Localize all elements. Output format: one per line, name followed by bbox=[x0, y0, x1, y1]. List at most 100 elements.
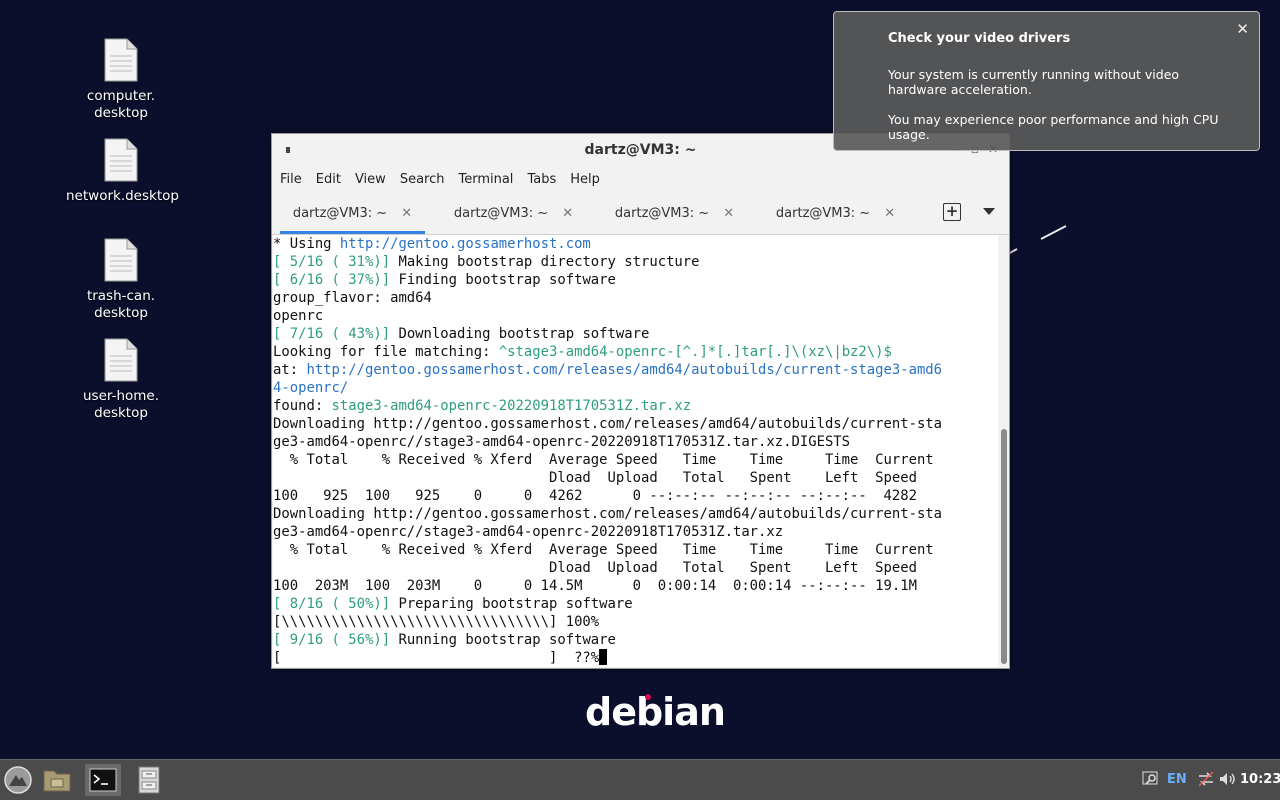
tab-label: dartz@VM3: ~ bbox=[775, 205, 871, 221]
menu-search[interactable]: Search bbox=[400, 172, 445, 187]
terminal-line: group_flavor: amd64 bbox=[273, 289, 998, 307]
terminal-text: Dload Upload Total Spent Left Speed bbox=[273, 470, 917, 486]
terminal-output[interactable]: * Using http://gentoo.gossamerhost.com[ … bbox=[273, 235, 998, 667]
terminal-text: * Using bbox=[273, 236, 340, 252]
terminal-text: [ 7/16 ( 43%)] bbox=[273, 326, 391, 342]
terminal-text: http://gentoo.gossamerhost.com/releases/… bbox=[306, 362, 943, 378]
terminal-line: [ 6/16 ( 37%)] Finding bootstrap softwar… bbox=[273, 271, 998, 289]
menu-edit[interactable]: Edit bbox=[316, 172, 341, 187]
menu-tabs[interactable]: Tabs bbox=[527, 172, 556, 187]
search-tray-icon[interactable] bbox=[1142, 770, 1160, 792]
desktop-icon-label: computer. desktop bbox=[86, 88, 156, 121]
terminal-text: Downloading http://gentoo.gossamerhost.c… bbox=[273, 416, 943, 432]
terminal-line: Dload Upload Total Spent Left Speed bbox=[273, 559, 998, 577]
terminal-text: ^stage3-amd64-openrc-[^.]*[.]tar[.]\(xz\… bbox=[498, 344, 892, 360]
desktop-icon-trash-can[interactable]: trash-can. desktop bbox=[66, 238, 176, 322]
menu-view[interactable]: View bbox=[355, 172, 386, 187]
document-icon bbox=[103, 138, 139, 182]
terminal-text: stage3-amd64-openrc-20220918T170531Z.tar… bbox=[331, 398, 692, 414]
notification-body: Your system is currently running without… bbox=[888, 67, 1238, 157]
volume-icon[interactable] bbox=[1218, 770, 1236, 792]
tab-1[interactable]: dartz@VM3: ~ ✕ bbox=[272, 192, 433, 234]
terminal-line: ge3-amd64-openrc//stage3-amd64-openrc-20… bbox=[273, 523, 998, 541]
document-icon bbox=[103, 238, 139, 282]
terminal-line: Downloading http://gentoo.gossamerhost.c… bbox=[273, 505, 998, 523]
terminal-text: Preparing bootstrap software bbox=[390, 596, 633, 612]
wallpaper-decoration bbox=[1007, 225, 1067, 255]
folder-icon bbox=[43, 770, 71, 792]
terminal-line: at: http://gentoo.gossamerhost.com/relea… bbox=[273, 361, 998, 379]
terminal-window[interactable]: dartz@VM3: ~ – ▫ ✕ File Edit View Search… bbox=[271, 133, 1010, 669]
tab-3[interactable]: dartz@VM3: ~ ✕ bbox=[594, 192, 755, 234]
desktop-icon-label: trash-can. desktop bbox=[86, 288, 156, 321]
desktop-icon-user-home[interactable]: user-home. desktop bbox=[66, 338, 176, 422]
terminal-line: * Using http://gentoo.gossamerhost.com bbox=[273, 235, 998, 253]
tabs-dropdown-icon[interactable] bbox=[983, 208, 995, 215]
terminal-text: Downloading bootstrap software bbox=[390, 326, 650, 342]
network-icon[interactable] bbox=[1196, 770, 1216, 792]
menu-file[interactable]: File bbox=[280, 172, 302, 187]
terminal-text: [\\\\\\\\\\\\\\\\\\\\\\\\\\\\\\\\] 100% bbox=[273, 614, 600, 630]
desktop-icon-network[interactable]: network.desktop bbox=[66, 138, 179, 205]
keyboard-layout-indicator[interactable]: EN bbox=[1167, 772, 1187, 787]
terminal-text: at: bbox=[273, 362, 307, 378]
text-cursor bbox=[599, 649, 608, 665]
taskbar: EN 10:23 bbox=[0, 759, 1280, 800]
terminal-text: Dload Upload Total Spent Left Speed bbox=[273, 560, 917, 576]
desktop-icon-computer[interactable]: computer. desktop bbox=[66, 38, 176, 122]
tab-bar: dartz@VM3: ~ ✕ dartz@VM3: ~ ✕ dartz@VM3: ~… bbox=[272, 192, 1009, 235]
terminal-text: % Total % Received % Xferd Average Speed… bbox=[273, 542, 934, 558]
tab-label: dartz@VM3: ~ bbox=[453, 205, 549, 221]
terminal-line: [ 5/16 ( 31%)] Making bootstrap director… bbox=[273, 253, 998, 271]
terminal-line: Dload Upload Total Spent Left Speed bbox=[273, 469, 998, 487]
terminal-taskbar-button[interactable] bbox=[85, 764, 121, 796]
terminal-line: [\\\\\\\\\\\\\\\\\\\\\\\\\\\\\\\\] 100% bbox=[273, 613, 998, 631]
terminal-text: [ 9/16 ( 56%)] bbox=[273, 632, 391, 648]
close-tab-icon[interactable]: ✕ bbox=[723, 206, 734, 221]
close-tab-icon[interactable]: ✕ bbox=[401, 206, 412, 221]
terminal-text: Finding bootstrap software bbox=[390, 272, 616, 288]
desktop-icon-label: network.desktop bbox=[66, 188, 179, 204]
terminal-text: 100 925 100 925 0 0 4262 0 --:--:-- --:-… bbox=[273, 488, 917, 504]
terminal-text: Running bootstrap software bbox=[390, 632, 616, 648]
cabinet-icon bbox=[138, 766, 160, 794]
terminal-scrollbar[interactable] bbox=[1001, 429, 1007, 664]
menubar: File Edit View Search Terminal Tabs Help bbox=[272, 167, 1009, 192]
terminal-line: Looking for file matching: ^stage3-amd64… bbox=[273, 343, 998, 361]
menu-terminal[interactable]: Terminal bbox=[458, 172, 513, 187]
terminal-text: ge3-amd64-openrc//stage3-amd64-openrc-20… bbox=[273, 524, 784, 540]
terminal-text: found: bbox=[273, 398, 332, 414]
archive-manager-button[interactable] bbox=[131, 764, 167, 796]
new-tab-icon[interactable]: + bbox=[943, 203, 961, 221]
terminal-text: [ 8/16 ( 50%)] bbox=[273, 596, 391, 612]
logo-text: debian bbox=[585, 690, 726, 734]
terminal-line: openrc bbox=[273, 307, 998, 325]
terminal-text: openrc bbox=[273, 308, 324, 324]
debian-logo: debian bbox=[585, 690, 726, 734]
terminal-line: % Total % Received % Xferd Average Speed… bbox=[273, 541, 998, 559]
clock[interactable]: 10:23 bbox=[1240, 772, 1280, 787]
terminal-line: Downloading http://gentoo.gossamerhost.c… bbox=[273, 415, 998, 433]
close-tab-icon[interactable]: ✕ bbox=[562, 206, 573, 221]
notification-title: Check your video drivers bbox=[888, 31, 1071, 46]
terminal-text: % Total % Received % Xferd Average Speed… bbox=[273, 452, 934, 468]
file-manager-button[interactable] bbox=[39, 764, 75, 796]
start-menu-button[interactable] bbox=[0, 764, 36, 796]
terminal-text: Making bootstrap directory structure bbox=[390, 254, 700, 270]
terminal-line: [ ] ??% bbox=[273, 649, 998, 667]
terminal-text: ge3-amd64-openrc//stage3-amd64-openrc-20… bbox=[273, 434, 851, 450]
close-tab-icon[interactable]: ✕ bbox=[884, 206, 895, 221]
terminal-text: [ 5/16 ( 31%)] bbox=[273, 254, 391, 270]
terminal-text: Looking for file matching: bbox=[273, 344, 499, 360]
terminal-text: [ 6/16 ( 37%)] bbox=[273, 272, 391, 288]
close-icon[interactable]: ✕ bbox=[1236, 20, 1249, 38]
terminal-line: 100 925 100 925 0 0 4262 0 --:--:-- --:-… bbox=[273, 487, 998, 505]
tab-4[interactable]: dartz@VM3: ~ ✕ bbox=[755, 192, 916, 234]
terminal-line: 100 203M 100 203M 0 0 14.5M 0 0:00:14 0:… bbox=[273, 577, 998, 595]
notification-popup[interactable]: ✕ Check your video drivers Your system i… bbox=[833, 11, 1260, 151]
menu-help[interactable]: Help bbox=[570, 172, 600, 187]
document-icon bbox=[103, 338, 139, 382]
notification-text: You may experience poor performance and … bbox=[888, 112, 1219, 142]
tab-2[interactable]: dartz@VM3: ~ ✕ bbox=[433, 192, 594, 234]
terminal-line: % Total % Received % Xferd Average Speed… bbox=[273, 451, 998, 469]
